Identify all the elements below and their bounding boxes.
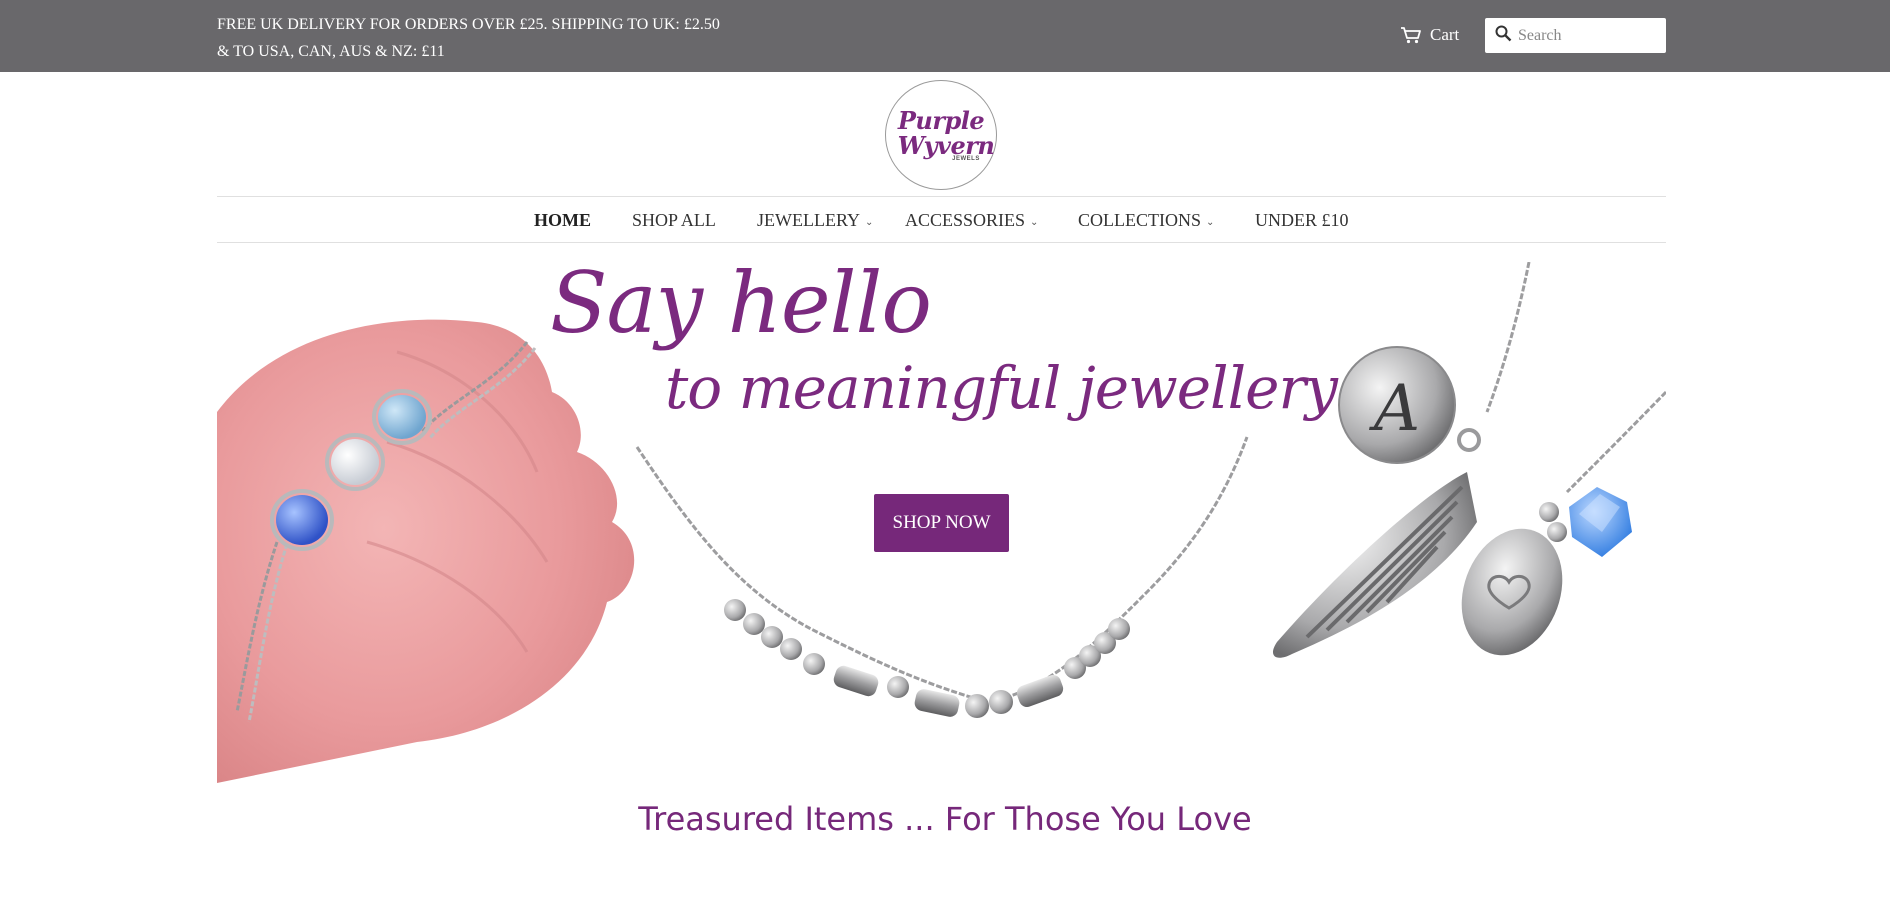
logo-text-wyvern: Wyvern <box>897 131 995 160</box>
hand-bracelet-photo <box>217 319 635 783</box>
announcement-bar: FREE UK DELIVERY FOR ORDERS OVER £25. SH… <box>0 0 1890 72</box>
cart-link[interactable]: Cart <box>1400 22 1459 48</box>
chevron-down-icon: ⌄ <box>1030 216 1039 228</box>
nav-item-jewellery[interactable]: JEWELLERY ⌄ <box>757 210 873 231</box>
hero-banner[interactable]: A Say hello to meaningful jewellery SHOP… <box>217 262 1666 783</box>
site-logo[interactable]: Purple Wyvern JEWELS <box>885 80 997 190</box>
logo-text-jewels: JEWELS <box>952 156 980 162</box>
shipping-announcement: FREE UK DELIVERY FOR ORDERS OVER £25. SH… <box>217 11 737 65</box>
nav-item-home[interactable]: HOME <box>534 210 591 231</box>
chevron-down-icon: ⌄ <box>864 216 874 228</box>
search-box[interactable] <box>1485 18 1666 53</box>
nav-item-collections[interactable]: COLLECTIONS ⌄ <box>1078 210 1214 231</box>
nav-label: ACCESSORIES <box>905 210 1026 230</box>
morse-necklace-photo <box>635 436 1249 718</box>
chevron-down-icon: ⌄ <box>1206 216 1215 228</box>
cart-label: Cart <box>1430 25 1460 44</box>
nav-item-under-10[interactable]: UNDER £10 <box>1255 210 1349 231</box>
announcement-line-1: FREE UK DELIVERY FOR ORDERS OVER £25. SH… <box>217 16 720 33</box>
hero-heading-line-2: to meaningful jewellery <box>665 354 1338 422</box>
main-navigation: HOME SHOP ALL JEWELLERY ⌄ ACCESSORIES ⌄ … <box>217 196 1666 243</box>
nav-label: COLLECTIONS <box>1078 210 1201 230</box>
charm-necklace-photo: A <box>1272 262 1666 658</box>
nav-label: SHOP ALL <box>632 210 716 230</box>
nav-item-shop-all[interactable]: SHOP ALL <box>632 210 716 231</box>
search-icon[interactable] <box>1495 25 1512 47</box>
hero-heading-line-1: Say hello <box>550 262 932 352</box>
nav-label: UNDER £10 <box>1255 210 1349 230</box>
search-input[interactable] <box>1518 26 1658 45</box>
shop-now-button[interactable]: SHOP NOW <box>874 494 1009 552</box>
nav-item-accessories[interactable]: ACCESSORIES ⌄ <box>905 210 1038 231</box>
nav-label: JEWELLERY <box>757 210 860 230</box>
logo-text-purple: Purple <box>897 106 985 135</box>
announcement-line-2: & TO USA, CAN, AUS & NZ: £11 <box>217 43 445 60</box>
nav-label: HOME <box>534 210 591 230</box>
charm-letter: A <box>1369 372 1420 446</box>
cart-icon <box>1400 26 1422 44</box>
tagline-heading: Treasured Items ... For Those You Love <box>638 800 1252 838</box>
